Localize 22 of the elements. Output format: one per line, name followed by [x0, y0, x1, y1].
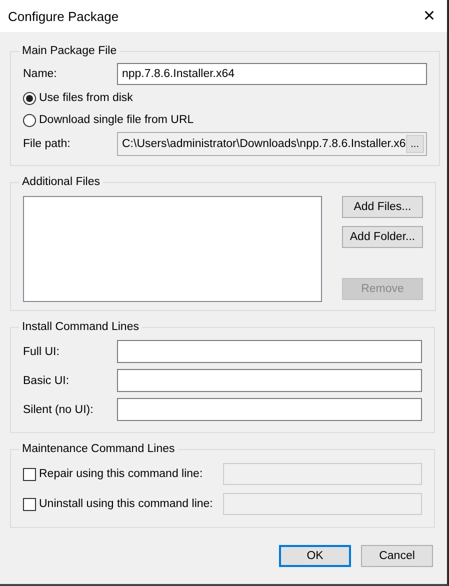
command-field[interactable] [117, 398, 422, 421]
field-label: File path: [23, 138, 72, 150]
field-label: Basic UI: [23, 374, 70, 386]
window-title: Configure Package [8, 8, 119, 24]
group-title: Additional Files [21, 176, 101, 188]
dialog-button[interactable]: OK [279, 545, 351, 567]
command-field[interactable] [117, 369, 422, 392]
field-label: Name: [23, 68, 58, 80]
file-button[interactable]: Add Folder... [342, 226, 423, 248]
group-title: Install Command Lines [21, 321, 140, 333]
name-field[interactable]: npp.7.8.6.Installer.x64 [117, 63, 427, 85]
file-button[interactable]: Add Files... [342, 196, 423, 218]
dialog-button[interactable]: Cancel [361, 545, 433, 567]
command-field[interactable] [117, 340, 422, 363]
field-label: Full UI: [23, 346, 60, 358]
radio-option[interactable]: Download single file from URL [23, 109, 427, 131]
group-title: Maintenance Command Lines [21, 443, 176, 455]
file-list[interactable] [23, 196, 322, 302]
field-label: Silent (no UI): [23, 404, 94, 416]
radio-option[interactable]: Use files from disk [23, 87, 427, 109]
group-title: Main Package File [21, 45, 118, 57]
close-button[interactable]: × [419, 4, 439, 28]
